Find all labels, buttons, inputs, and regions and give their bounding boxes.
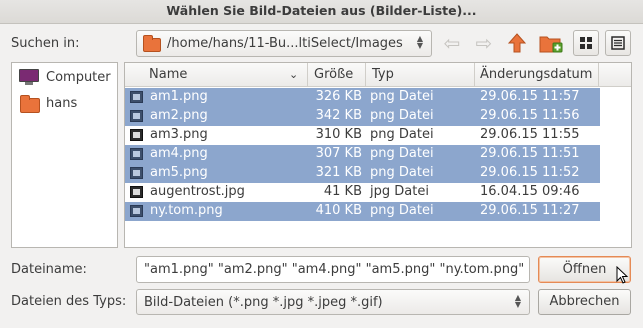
file-name: ny.tom.png	[150, 203, 223, 218]
chevron-updown-icon: ▲ ▼	[514, 293, 522, 309]
image-file-icon	[130, 148, 143, 160]
file-name: augentrost.jpg	[150, 184, 245, 199]
grid-view-icon	[580, 37, 592, 49]
filetype-value: Bild-Dateien (*.png *.jpg *.jpeg *.gif)	[144, 295, 383, 310]
arrow-left-icon: ⇦	[443, 31, 461, 55]
mouse-cursor-icon	[616, 266, 629, 284]
file-date: 29.06.15 11:52	[480, 165, 580, 180]
up-button[interactable]	[505, 31, 529, 55]
column-name-label: Name	[149, 67, 188, 82]
column-header: Name ⌄ Größe Typ Änderungsdatum	[125, 63, 631, 87]
image-file-icon	[130, 167, 143, 179]
file-type: jpg Datei	[370, 184, 429, 199]
file-type: png Datei	[370, 108, 434, 123]
image-file-icon	[130, 129, 143, 141]
column-date[interactable]: Änderungsdatum	[475, 63, 599, 87]
location-path: /home/hans/11-Bu...ltiSelect/Images	[167, 36, 403, 51]
file-name: am5.png	[150, 165, 208, 180]
file-size: 410 KB	[315, 203, 362, 218]
file-size: 310 KB	[315, 127, 362, 142]
file-type: png Datei	[370, 89, 434, 104]
column-date-label: Änderungsdatum	[480, 67, 593, 82]
new-folder-icon	[539, 36, 563, 53]
sidebar-item-label: hans	[46, 96, 78, 111]
open-button-label: Öffnen	[562, 262, 607, 277]
file-date: 29.06.15 11:57	[480, 89, 580, 104]
cancel-button-label: Abbrechen	[549, 294, 620, 309]
filetype-label: Dateien des Typs:	[11, 294, 127, 309]
file-size: 41 KB	[323, 184, 362, 199]
file-row[interactable]: am5.png 321 KB png Datei 29.06.15 11:52	[125, 164, 600, 183]
cancel-button[interactable]: Abbrechen	[538, 289, 631, 315]
file-size: 342 KB	[315, 108, 362, 123]
column-type-label: Typ	[372, 67, 394, 82]
file-name: am3.png	[150, 127, 208, 142]
file-type: png Datei	[370, 127, 434, 142]
file-name: am2.png	[150, 108, 208, 123]
window-title: Wählen Sie Bild-Dateien aus (Bilder-List…	[0, 0, 643, 24]
folder-icon	[20, 95, 40, 113]
filename-label: Dateiname:	[11, 262, 87, 277]
folder-icon	[143, 35, 161, 52]
filename-value: "am1.png" "am2.png" "am4.png" "am5.png" …	[144, 262, 525, 277]
file-size: 321 KB	[315, 165, 362, 180]
filetype-combo[interactable]: Bild-Dateien (*.png *.jpg *.jpeg *.gif) …	[136, 289, 530, 315]
file-type: png Datei	[370, 165, 434, 180]
new-folder-button[interactable]	[538, 31, 564, 55]
file-row[interactable]: augentrost.jpg 41 KB jpg Datei 16.04.15 09:…	[125, 183, 600, 202]
location-label: Suchen in:	[11, 36, 80, 51]
sidebar-item-label: Computer	[46, 70, 111, 85]
places-sidebar: Computer hans	[11, 62, 118, 248]
column-size[interactable]: Größe	[308, 63, 366, 87]
file-row[interactable]: am2.png 342 KB png Datei 29.06.15 11:56	[125, 107, 600, 126]
file-name: am4.png	[150, 146, 208, 161]
image-file-icon	[130, 205, 143, 217]
back-button[interactable]: ⇦	[440, 31, 464, 55]
file-row[interactable]: am3.png 310 KB png Datei 29.06.15 11:55	[125, 126, 600, 145]
file-date: 29.06.15 11:56	[480, 108, 580, 123]
filename-input[interactable]: "am1.png" "am2.png" "am4.png" "am5.png" …	[136, 256, 530, 283]
column-type[interactable]: Typ	[366, 63, 475, 87]
file-size: 307 KB	[315, 146, 362, 161]
location-combo[interactable]: /home/hans/11-Bu...ltiSelect/Images ▲ ▼	[136, 30, 432, 57]
forward-button[interactable]: ⇨	[472, 31, 496, 55]
list-view-icon	[611, 36, 625, 50]
list-view-button[interactable]	[605, 30, 631, 56]
file-row[interactable]: am4.png 307 KB png Datei 29.06.15 11:51	[125, 145, 600, 164]
file-date: 29.06.15 11:27	[480, 203, 580, 218]
image-file-icon	[130, 91, 143, 103]
file-row[interactable]: am1.png 326 KB png Datei 29.06.15 11:57	[125, 88, 600, 107]
file-date: 29.06.15 11:51	[480, 146, 580, 161]
file-type: png Datei	[370, 146, 434, 161]
sidebar-item-computer[interactable]: Computer	[18, 67, 116, 89]
column-size-label: Größe	[314, 67, 354, 82]
file-date: 29.06.15 11:55	[480, 127, 580, 142]
computer-icon	[18, 69, 40, 85]
file-name: am1.png	[150, 89, 208, 104]
file-date: 16.04.15 09:46	[480, 184, 580, 199]
icon-view-button[interactable]	[573, 30, 599, 56]
file-size: 326 KB	[315, 89, 362, 104]
file-type: png Datei	[370, 203, 434, 218]
image-file-icon	[130, 186, 143, 198]
column-name[interactable]: Name ⌄	[125, 63, 308, 87]
image-file-icon	[130, 110, 143, 122]
arrow-right-icon: ⇨	[475, 31, 493, 55]
chevron-updown-icon: ▲ ▼	[416, 34, 424, 50]
sidebar-item-hans[interactable]: hans	[18, 93, 116, 115]
file-list: Name ⌄ Größe Typ Änderungsdatum am1.png 3…	[124, 62, 632, 248]
arrow-up-icon	[507, 33, 527, 53]
file-row[interactable]: ny.tom.png 410 KB png Datei 29.06.15 11:27	[125, 202, 600, 221]
chevron-down-icon: ⌄	[289, 68, 299, 81]
